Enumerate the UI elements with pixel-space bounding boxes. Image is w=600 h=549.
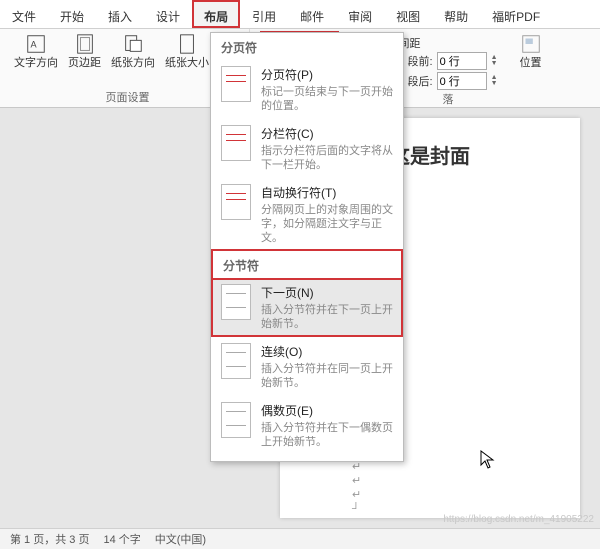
stepper-icon[interactable]: ▲▼ — [491, 75, 498, 87]
status-page[interactable]: 第 1 页，共 3 页 — [10, 531, 89, 547]
break-column[interactable]: 分栏符(C) 指示分栏符后面的文字将从下一栏开始。 — [211, 119, 403, 178]
tab-view[interactable]: 视图 — [384, 0, 432, 28]
text-direction-button[interactable]: A 文字方向 — [12, 31, 60, 69]
section-even-page[interactable]: 偶数页(E) 插入分节符并在下一偶数页上开始新节。 — [211, 396, 403, 455]
tab-pdf[interactable]: 福昕PDF — [480, 0, 552, 28]
position-icon — [520, 33, 542, 55]
orientation-icon — [122, 33, 144, 55]
spacing-before-input[interactable] — [437, 52, 487, 70]
tab-file[interactable]: 文件 — [0, 0, 48, 28]
tab-references[interactable]: 引用 — [240, 0, 288, 28]
margins-button[interactable]: 页边距 — [66, 31, 103, 69]
tab-review[interactable]: 审阅 — [336, 0, 384, 28]
size-icon — [176, 33, 198, 55]
spacing-after-input[interactable] — [437, 72, 487, 90]
section-continuous[interactable]: 连续(O) 插入分节符并在同一页上开始新节。 — [211, 337, 403, 396]
spacing-before: ↕ 段前: ▲▼ — [399, 52, 498, 70]
group-spacing: 间距 ↕ 段前: ▲▼ ↕ 段后: ▲▼ 落 — [391, 29, 506, 107]
position-button[interactable]: 位置 — [518, 31, 544, 69]
svg-text:A: A — [31, 40, 38, 50]
status-lang[interactable]: 中文(中国) — [155, 531, 206, 547]
column-break-icon — [221, 125, 251, 161]
dropdown-section-sectionbreaks: 分节符 — [211, 249, 403, 278]
section-even-icon — [221, 402, 251, 438]
group-position: 位置 — [510, 29, 552, 107]
dropdown-section-pagebreaks: 分页符 — [211, 33, 403, 60]
tab-help[interactable]: 帮助 — [432, 0, 480, 28]
tab-home[interactable]: 开始 — [48, 0, 96, 28]
break-page[interactable]: 分页符(P) 标记一页结束与下一页开始的位置。 — [211, 60, 403, 119]
tab-mailings[interactable]: 邮件 — [288, 0, 336, 28]
spacing-after: ↕ 段后: ▲▼ — [399, 72, 498, 90]
margins-icon — [74, 33, 96, 55]
size-button[interactable]: 纸张大小 — [163, 31, 211, 69]
mouse-cursor-icon — [480, 450, 496, 470]
section-cont-icon — [221, 343, 251, 379]
tab-design[interactable]: 设计 — [144, 0, 192, 28]
page-break-icon — [221, 66, 251, 102]
orientation-button[interactable]: 纸张方向 — [109, 31, 157, 69]
watermark: https://blog.csdn.net/m_41905222 — [443, 514, 594, 525]
tab-layout[interactable]: 布局 — [192, 0, 240, 28]
section-next-page[interactable]: 下一页(N) 插入分节符并在下一页上开始新节。 — [211, 278, 403, 337]
section-next-icon — [221, 284, 251, 320]
break-wrapping[interactable]: 自动换行符(T) 分隔网页上的对象周围的文字，如分隔题注文字与正文。 — [211, 178, 403, 251]
tab-insert[interactable]: 插入 — [96, 0, 144, 28]
ribbon-tabs: 文件 开始 插入 设计 布局 引用 邮件 审阅 视图 帮助 福昕PDF — [0, 0, 600, 29]
page-setup-label: 页面设置 — [106, 89, 150, 105]
breaks-dropdown: 分页符 分页符(P) 标记一页结束与下一页开始的位置。 分栏符(C) 指示分栏符… — [210, 32, 404, 462]
status-words[interactable]: 14 个字 — [103, 531, 140, 547]
text-direction-icon: A — [25, 33, 47, 55]
stepper-icon[interactable]: ▲▼ — [491, 55, 498, 67]
wrap-break-icon — [221, 184, 251, 220]
status-bar: 第 1 页，共 3 页 14 个字 中文(中国) — [0, 528, 600, 549]
